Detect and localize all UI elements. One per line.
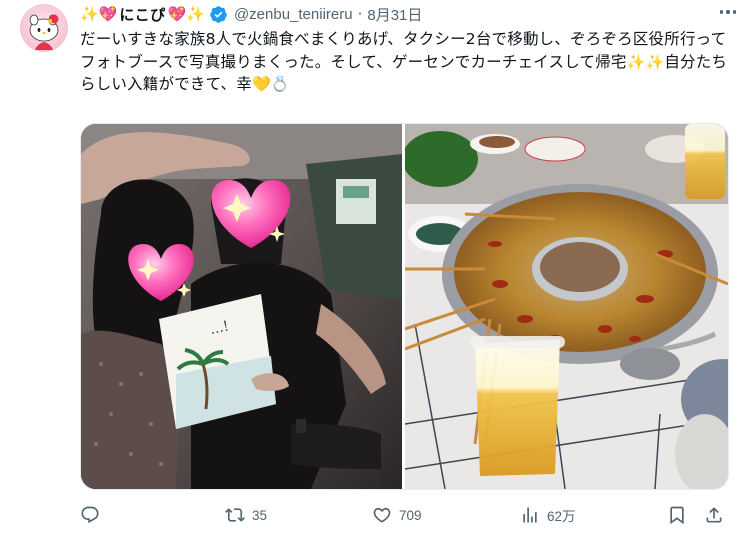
tweet-date[interactable]: 8月31日 — [367, 4, 422, 25]
author-handle[interactable]: @zenbu_teniireru — [234, 6, 353, 23]
separator-dot: · — [357, 5, 363, 23]
sparkling-heart-icon: 💖 — [98, 5, 118, 23]
retweet-icon — [225, 508, 245, 522]
hello-kitty-icon — [29, 14, 59, 50]
verified-badge-icon — [210, 5, 227, 23]
more-options-icon[interactable] — [718, 4, 738, 20]
sparkles-icon: ✨ — [80, 5, 99, 23]
ring-icon: 💍 — [270, 75, 290, 93]
reply-button[interactable] — [80, 500, 100, 530]
sparkles-icon: ✨✨ — [626, 52, 665, 71]
sparkling-heart-icon: 💖 — [167, 5, 187, 23]
tweet-header: ✨ 💖 にこぴ 💖 ✨ @zenbu_teniireru · 8月31日 — [80, 3, 734, 25]
share-button[interactable] — [704, 500, 724, 530]
retweet-count: 35 — [252, 507, 268, 523]
bookmark-icon — [670, 506, 684, 525]
taxi-photo-drawing: ...! — [81, 124, 402, 489]
bookmark-button[interactable] — [667, 500, 687, 530]
share-icon — [706, 507, 722, 523]
like-count: 709 — [399, 507, 422, 523]
heart-icon — [373, 507, 391, 523]
photo-taxi[interactable]: ...! — [81, 124, 402, 489]
tweet-media[interactable]: ...! — [80, 123, 729, 490]
yellow-heart-icon: 💛 — [251, 75, 271, 93]
retweet-button[interactable]: 35 — [225, 500, 267, 530]
tweet-text: だーいすきな家族8人で火鍋食べまくりあげ、タクシー2台で移動し、ぞろぞろ区役所行… — [80, 28, 730, 96]
views-count: 62万 — [547, 509, 576, 524]
photo-hotpot[interactable] — [405, 124, 728, 489]
views-button[interactable]: 62万 — [520, 500, 576, 530]
hotpot-photo-drawing — [405, 124, 728, 489]
avatar[interactable] — [20, 4, 68, 52]
display-name[interactable]: にこぴ — [119, 4, 165, 25]
sparkles-icon: ✨ — [186, 5, 205, 23]
views-chart-icon — [523, 507, 537, 523]
like-button[interactable]: 709 — [372, 500, 422, 530]
tweet-actions: 35 709 62万 — [80, 500, 730, 530]
reply-icon — [81, 506, 99, 524]
